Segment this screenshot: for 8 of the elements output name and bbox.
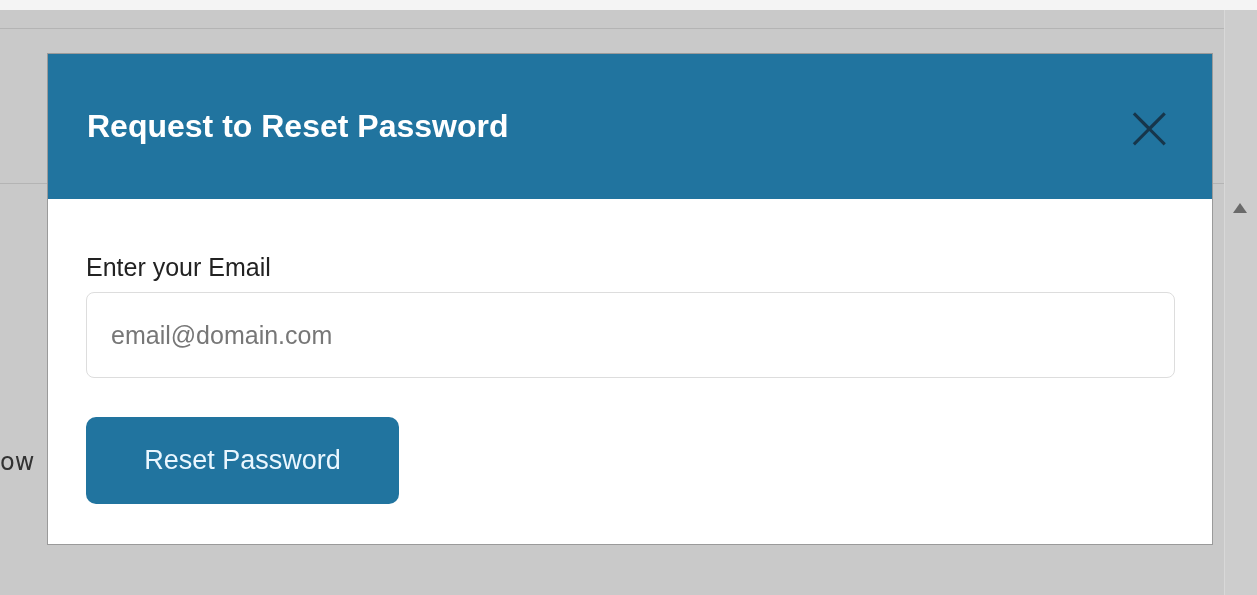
page-text: ow xyxy=(0,448,35,476)
scrollbar[interactable] xyxy=(1224,10,1257,595)
close-button[interactable]: × xyxy=(1122,101,1176,152)
email-label: Enter your Email xyxy=(86,253,271,282)
scroll-up-icon[interactable] xyxy=(1233,203,1247,213)
reset-password-button[interactable]: Reset Password xyxy=(86,417,399,504)
dialog-title: Request to Reset Password xyxy=(87,108,509,145)
email-field[interactable]: email@domain.com xyxy=(86,292,1175,378)
